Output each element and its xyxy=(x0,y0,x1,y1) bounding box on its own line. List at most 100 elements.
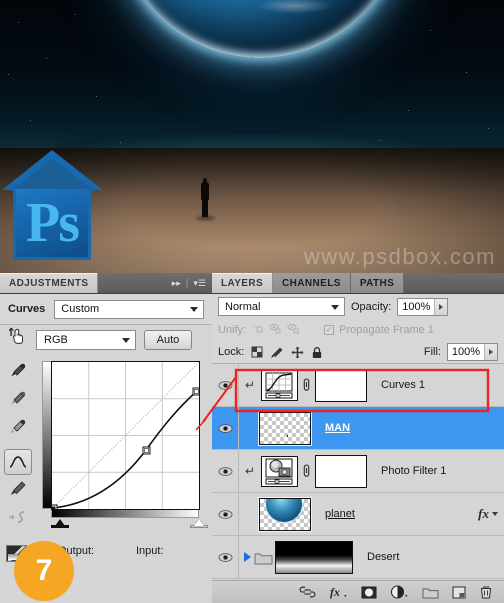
adjustments-tabbar: ADJUSTMENTS ▸▸ | ▾☰ xyxy=(0,273,212,294)
tabbar-spacer xyxy=(404,273,504,293)
white-layer-mask-thumbnail[interactable] xyxy=(315,368,367,402)
table-row[interactable]: Desert xyxy=(212,536,504,579)
photo-filter-adjustment-thumbnail[interactable] xyxy=(261,455,298,487)
layer-visibility-toggle[interactable] xyxy=(212,536,239,578)
white-layer-mask-thumbnail[interactable] xyxy=(315,454,367,488)
blend-opacity-row: Normal Opacity: 100% xyxy=(212,294,504,319)
propagate-checkbox[interactable]: ✓ xyxy=(324,325,335,335)
unify-visibility-icon[interactable] xyxy=(269,322,282,338)
panel-title: Curves xyxy=(8,303,46,315)
chevron-down-icon[interactable] xyxy=(492,512,498,516)
step-number-badge: 7 xyxy=(14,541,74,601)
document-canvas: Ps www.psdbox.com xyxy=(0,0,504,273)
link-layers-icon[interactable] xyxy=(299,586,316,598)
lock-label: Lock: xyxy=(218,346,245,358)
blend-mode-select[interactable]: Normal xyxy=(218,297,345,316)
gradient-mask-thumbnail[interactable] xyxy=(275,540,353,574)
input-label: Input: xyxy=(136,545,164,557)
tab-layers[interactable]: LAYERS xyxy=(212,273,274,293)
layer-visibility-toggle[interactable] xyxy=(212,450,239,492)
table-row[interactable]: ↵ Curves 1 xyxy=(212,364,504,407)
layer-visibility-toggle[interactable] xyxy=(212,364,239,406)
panel-dock: ADJUSTMENTS ▸▸ | ▾☰ Curves Custom RGB Au… xyxy=(0,273,504,603)
unify-row: Unify: ✓ Propagate Frame 1 xyxy=(212,319,504,341)
panel-menu-icon[interactable]: ▾☰ xyxy=(193,278,206,288)
folder-icon xyxy=(251,550,275,565)
white-point-eyedropper-icon[interactable] xyxy=(3,413,33,441)
on-image-adjust-icon[interactable] xyxy=(3,321,33,349)
new-group-icon[interactable] xyxy=(422,586,439,599)
pencil-draw-curve-icon[interactable] xyxy=(3,475,33,503)
layers-bottom-toolbar: fx xyxy=(212,580,504,603)
group-expand-triangle-icon[interactable] xyxy=(244,552,251,562)
propagate-label: Propagate Frame 1 xyxy=(339,324,434,336)
curve-plot-area[interactable] xyxy=(51,361,200,510)
channel-select[interactable]: RGB xyxy=(36,330,136,350)
curves-graph[interactable] xyxy=(42,361,208,531)
photoshop-house-logo: Ps xyxy=(2,150,103,260)
opacity-label: Opacity: xyxy=(351,300,392,313)
layer-visibility-toggle[interactable] xyxy=(212,407,239,449)
curve-point-tool-icon[interactable] xyxy=(4,449,32,475)
layer-mask-link-icon[interactable] xyxy=(298,377,315,393)
tab-paths[interactable]: PATHS xyxy=(350,273,405,293)
layer-name: MAN xyxy=(325,422,351,434)
layer-mask-link-icon[interactable] xyxy=(298,463,315,479)
unify-position-icon[interactable] xyxy=(251,322,264,338)
add-layer-mask-icon[interactable] xyxy=(361,586,377,599)
planet-layer-thumbnail[interactable] xyxy=(259,497,311,531)
fx-icon: fx xyxy=(478,506,489,521)
preset-select[interactable]: Custom xyxy=(54,299,204,319)
layer-name: Photo Filter 1 xyxy=(381,465,447,477)
smooth-curve-icon[interactable] xyxy=(3,503,33,531)
layers-tabbar: LAYERS CHANNELS PATHS xyxy=(212,273,504,294)
logo-text: Ps xyxy=(26,192,80,254)
chevron-down-icon xyxy=(331,304,339,310)
chevron-down-icon xyxy=(122,338,130,343)
table-row[interactable]: planet fx xyxy=(212,493,504,536)
black-input-slider[interactable] xyxy=(55,519,65,526)
auto-button[interactable]: Auto xyxy=(144,330,192,350)
tab-channels[interactable]: CHANNELS xyxy=(273,273,351,293)
layer-name: planet xyxy=(325,508,355,520)
lock-image-pixels-icon[interactable] xyxy=(270,345,284,359)
layer-effects-indicator[interactable]: fx xyxy=(478,506,504,522)
curve-svg xyxy=(52,362,199,509)
divider: | xyxy=(185,277,189,289)
fill-value: 100% xyxy=(451,346,481,358)
lock-position-icon[interactable] xyxy=(290,345,304,359)
opacity-field[interactable]: 100% xyxy=(397,297,449,316)
delete-layer-icon[interactable] xyxy=(479,585,493,599)
output-gradient-bar xyxy=(42,361,51,509)
fill-stepper[interactable] xyxy=(484,344,497,360)
add-layer-style-icon[interactable]: fx xyxy=(329,585,348,599)
chevron-down-icon xyxy=(190,307,198,312)
layer-name: Curves 1 xyxy=(381,379,426,391)
preset-value: Custom xyxy=(61,303,100,315)
fill-field[interactable]: 100% xyxy=(447,343,498,361)
new-adjustment-layer-icon[interactable] xyxy=(390,585,409,599)
unify-label: Unify: xyxy=(218,324,247,336)
curves-adjustment-thumbnail[interactable] xyxy=(261,369,298,401)
lock-transparent-pixels-icon[interactable] xyxy=(250,345,264,359)
lock-fill-row: Lock: Fill: 100% xyxy=(212,341,504,364)
svg-text:fx: fx xyxy=(330,585,340,599)
table-row[interactable]: MAN xyxy=(212,407,504,450)
opacity-value: 100% xyxy=(402,300,431,313)
table-row[interactable]: ↵ Photo Filter 1 xyxy=(212,450,504,493)
curves-tool-column xyxy=(0,319,36,549)
black-point-eyedropper-icon[interactable] xyxy=(3,357,33,385)
new-layer-icon[interactable] xyxy=(452,586,466,599)
lock-all-icon[interactable] xyxy=(310,345,324,359)
watermark: www.psdbox.com xyxy=(303,244,496,269)
opacity-stepper[interactable] xyxy=(434,298,448,315)
transparent-checker-thumbnail[interactable] xyxy=(259,411,311,445)
layer-visibility-toggle[interactable] xyxy=(212,493,239,535)
tab-adjustments[interactable]: ADJUSTMENTS xyxy=(0,273,99,293)
unify-style-icon[interactable] xyxy=(287,322,300,338)
tabbar-spacer xyxy=(98,273,166,293)
white-input-slider[interactable] xyxy=(194,519,204,526)
gray-point-eyedropper-icon[interactable] xyxy=(3,385,33,413)
input-gradient-bar xyxy=(51,509,199,518)
double-arrow-right-icon[interactable]: ▸▸ xyxy=(172,278,181,288)
